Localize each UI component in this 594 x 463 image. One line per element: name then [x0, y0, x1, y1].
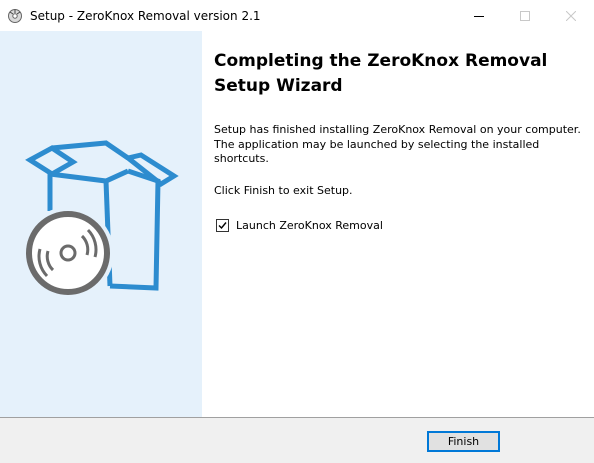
minimize-icon — [474, 6, 484, 25]
minimize-button[interactable] — [456, 0, 502, 31]
setup-icon — [7, 8, 23, 24]
close-button[interactable] — [548, 0, 594, 31]
wizard-content: Completing the ZeroKnox Removal Setup Wi… — [202, 31, 594, 417]
maximize-icon — [520, 6, 530, 25]
checkmark-icon — [218, 221, 227, 229]
window-title: Setup - ZeroKnox Removal version 2.1 — [30, 9, 261, 23]
wizard-image-panel — [0, 31, 202, 417]
finish-button[interactable]: Finish — [427, 431, 500, 452]
finish-instruction: Click Finish to exit Setup. — [214, 184, 353, 197]
launch-checkbox-label[interactable]: Launch ZeroKnox Removal — [236, 219, 383, 232]
maximize-button[interactable] — [502, 0, 548, 31]
button-bar: Finish — [0, 417, 594, 463]
page-title: Completing the ZeroKnox Removal Setup Wi… — [214, 51, 548, 96]
launch-checkbox[interactable] — [216, 218, 229, 232]
box-with-disc-icon — [22, 140, 179, 299]
completion-message: Setup has finished installing ZeroKnox R… — [214, 123, 581, 166]
launch-checkbox-row[interactable]: Launch ZeroKnox Removal — [216, 217, 383, 233]
title-bar[interactable]: Setup - ZeroKnox Removal version 2.1 — [0, 0, 594, 31]
setup-window: Setup - ZeroKnox Removal version 2.1 Com… — [0, 0, 594, 463]
close-icon — [565, 6, 577, 25]
